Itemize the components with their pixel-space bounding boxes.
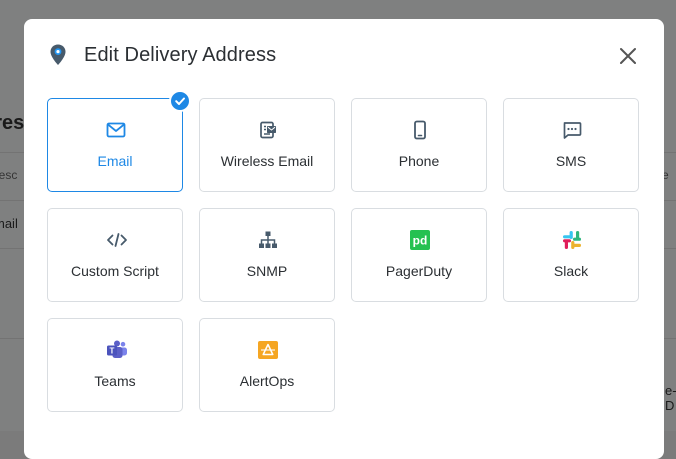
close-icon xyxy=(620,48,636,64)
option-snmp[interactable]: SNMP xyxy=(199,208,335,302)
option-label: AlertOps xyxy=(239,373,295,389)
edit-delivery-address-dialog: Edit Delivery Address Email Wireless Ema… xyxy=(24,19,664,459)
teams-icon: T xyxy=(106,340,127,360)
alertops-icon xyxy=(258,340,278,360)
svg-text:pd: pd xyxy=(413,234,428,248)
option-label: SNMP xyxy=(246,263,288,279)
dialog-header: Edit Delivery Address xyxy=(48,41,276,69)
option-wireless-email[interactable]: Wireless Email xyxy=(199,98,335,192)
svg-text:T: T xyxy=(110,347,115,356)
selected-check-icon xyxy=(169,90,191,112)
option-slack[interactable]: Slack xyxy=(503,208,639,302)
option-custom-script[interactable]: Custom Script xyxy=(47,208,183,302)
option-label: Email xyxy=(97,153,133,169)
code-icon xyxy=(106,230,127,250)
phone-icon xyxy=(410,120,430,140)
location-pin-icon xyxy=(48,43,68,67)
option-label: Phone xyxy=(398,153,440,169)
option-sms[interactable]: SMS xyxy=(503,98,639,192)
option-teams[interactable]: T Teams xyxy=(47,318,183,412)
option-label: Teams xyxy=(94,373,136,389)
option-email[interactable]: Email xyxy=(47,90,191,192)
option-pagerduty[interactable]: pd PagerDuty xyxy=(351,208,487,302)
option-label: Slack xyxy=(553,263,589,279)
envelope-icon xyxy=(106,120,126,140)
sms-icon xyxy=(562,120,582,140)
option-label: PagerDuty xyxy=(385,263,453,279)
close-button[interactable] xyxy=(616,44,640,68)
wireless-email-icon xyxy=(258,120,278,140)
option-label: Custom Script xyxy=(71,263,159,279)
option-phone[interactable]: Phone xyxy=(351,98,487,192)
pagerduty-icon: pd xyxy=(410,230,430,250)
option-label: Wireless Email xyxy=(220,153,314,169)
option-label: SMS xyxy=(555,153,587,169)
network-icon xyxy=(258,230,278,250)
option-alertops[interactable]: AlertOps xyxy=(199,318,335,412)
dialog-title: Edit Delivery Address xyxy=(84,43,277,66)
slack-icon xyxy=(562,230,582,250)
